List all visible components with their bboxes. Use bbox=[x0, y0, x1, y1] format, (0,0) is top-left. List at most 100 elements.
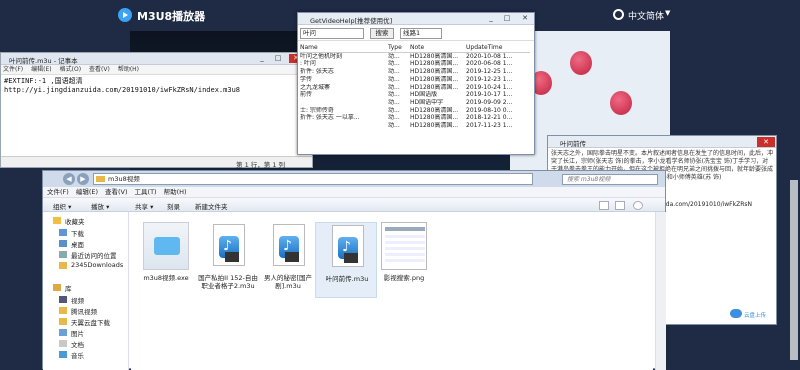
forward-icon[interactable]: ▶ bbox=[77, 173, 89, 185]
file-item[interactable]: 国产私拍II 152-自由职业者格子2.m3u bbox=[197, 222, 259, 298]
file-name: m3u8视频.exe bbox=[143, 274, 189, 282]
menu-edit[interactable]: 编辑(E) bbox=[76, 187, 98, 198]
explorer-scrollbar[interactable] bbox=[655, 212, 666, 370]
globe-icon[interactable] bbox=[613, 9, 624, 20]
cell-name: : 叶问 bbox=[300, 60, 316, 68]
cell-name: 叶问之他机时刻 bbox=[300, 52, 343, 60]
view-options-icon[interactable] bbox=[599, 201, 609, 210]
menu-edit[interactable]: 编辑(E) bbox=[31, 65, 51, 75]
cell-note: HD1280高清国... bbox=[410, 114, 459, 122]
table-row[interactable]: : 叶问 动... HD1280高清国... 2020-06-08 1... bbox=[300, 60, 530, 68]
file-item[interactable]: 影视搜索.png bbox=[373, 222, 435, 298]
menu-format[interactable]: 格式(O) bbox=[60, 65, 81, 75]
menu-help[interactable]: 帮助(H) bbox=[118, 65, 139, 75]
table-row[interactable]: 士: 宗师传奇 动... HD1280高清国... 2019-08-10 0... bbox=[300, 107, 530, 115]
table-row[interactable]: 折件: 张天志 动... HD1280高清国... 2019-12-25 1... bbox=[300, 68, 530, 76]
play-button[interactable]: 播放 ▾ bbox=[91, 201, 109, 211]
notepad-titlebar[interactable]: 叶问前传.m3u - 记事本 _ □ ✕ bbox=[1, 53, 312, 65]
navigation-pane: 收藏夹 下载 桌面 最近访问的位置 2345Downloads 库 视频 腾讯视… bbox=[43, 212, 129, 370]
info-title: 叶问前传 bbox=[560, 140, 586, 148]
cell-note: HD1280高清国... bbox=[410, 75, 459, 83]
new-folder-button[interactable]: 新建文件夹 bbox=[195, 201, 228, 211]
file-item[interactable]: m3u8视频.exe bbox=[135, 222, 197, 298]
table-row[interactable]: 折件: 张天志 一以拿... 动... HD1280高清国... 2018-12-21… bbox=[300, 114, 530, 122]
cell-note: HD1280高清国... bbox=[410, 60, 459, 68]
music-icon bbox=[59, 351, 67, 358]
nav-item-pictures[interactable]: 图片 bbox=[71, 328, 84, 338]
menu-file[interactable]: 文件(F) bbox=[47, 187, 69, 198]
file-name: 叶问前传.m3u bbox=[325, 275, 369, 283]
minimize-button[interactable]: _ bbox=[255, 54, 269, 63]
cell-time: 2020-10-08 1... bbox=[466, 52, 513, 60]
lantern-decoration bbox=[570, 51, 592, 75]
nav-item-tianyi-cloud[interactable]: 天翼云盘下载 bbox=[71, 317, 110, 327]
notepad-textarea[interactable]: #EXTINF:-1 ,国语超清 http://yi.jingdianzuida… bbox=[1, 75, 312, 147]
back-icon[interactable]: ◀ bbox=[63, 173, 75, 185]
nav-item-2345downloads[interactable]: 2345Downloads bbox=[71, 261, 123, 269]
nav-item-videos[interactable]: 视频 bbox=[71, 295, 84, 305]
cell-time: 2019-10-24 1... bbox=[466, 83, 513, 91]
m3u-file-icon bbox=[205, 222, 251, 270]
minimize-button[interactable]: _ bbox=[484, 14, 498, 23]
close-button[interactable]: ✕ bbox=[757, 137, 775, 147]
nav-library-header[interactable]: 库 bbox=[65, 283, 72, 293]
recent-places-icon bbox=[59, 251, 67, 258]
cell-name: 之九龙城寨 bbox=[300, 83, 331, 91]
cell-type: 动... bbox=[388, 68, 400, 76]
column-header[interactable]: Note bbox=[410, 44, 466, 52]
cloud-upload-label[interactable]: 云盘上传 bbox=[744, 311, 766, 319]
address-bar[interactable]: m3u8视频 bbox=[93, 173, 533, 185]
menu-view[interactable]: 查看(V) bbox=[105, 187, 128, 198]
help-titlebar[interactable]: GetVideoHelp[推荐使用优] _ □ ✕ bbox=[298, 13, 534, 25]
column-header[interactable]: UpdateTime bbox=[466, 44, 526, 52]
file-item-selected[interactable]: 叶问前传.m3u bbox=[315, 222, 377, 298]
maximize-button[interactable]: □ bbox=[271, 54, 285, 63]
cell-time: 2019-10-17 1... bbox=[466, 91, 513, 99]
cell-type: 动... bbox=[388, 91, 400, 99]
maximize-button[interactable]: □ bbox=[500, 14, 514, 23]
table-row[interactable]: 叶问之他机时刻 动... HD1280高清国... 2020-10-08 1... bbox=[300, 53, 530, 61]
cell-note: HD1280高清国... bbox=[410, 52, 459, 60]
file-item[interactable]: 男人的秘密[国产剧].m3u bbox=[257, 222, 319, 298]
nav-item-downloads[interactable]: 下载 bbox=[71, 228, 84, 238]
page-scrollbar[interactable] bbox=[790, 180, 798, 360]
column-header[interactable]: Type bbox=[388, 44, 410, 52]
cell-note: HD国语中字 bbox=[410, 98, 444, 106]
search-button[interactable]: 搜索 bbox=[370, 28, 394, 39]
nav-favorites-header[interactable]: 收藏夹 bbox=[65, 216, 85, 226]
search-input[interactable]: 搜索 m3u8视频 bbox=[562, 174, 658, 185]
m3u-file-icon bbox=[324, 223, 370, 271]
table-row[interactable]: 之九龙城寨 动... HD1280高清国... 2019-10-24 1... bbox=[300, 84, 530, 92]
close-button[interactable]: ✕ bbox=[518, 14, 532, 23]
nav-item-music[interactable]: 音乐 bbox=[71, 350, 84, 360]
nav-item-recent[interactable]: 最近访问的位置 bbox=[71, 250, 117, 260]
help-icon[interactable] bbox=[633, 201, 643, 210]
table-row[interactable]: 动... HD1280高清国... 2017-11-23 1... bbox=[300, 122, 530, 130]
table-row[interactable]: 动... HD国语中字 2019-09-09 2... bbox=[300, 99, 530, 107]
table-row[interactable]: 前传 动... HD国语版 2019-10-17 1... bbox=[300, 91, 530, 99]
share-button[interactable]: 共享 ▾ bbox=[135, 201, 153, 211]
nav-item-tencent-video[interactable]: 腾讯视频 bbox=[71, 306, 97, 316]
cloud-icon[interactable] bbox=[730, 309, 742, 318]
nav-item-documents[interactable]: 文档 bbox=[71, 339, 84, 349]
table-row[interactable]: 学传 动... HD1280高清国... 2019-12-23 1... bbox=[300, 76, 530, 84]
preview-pane-icon[interactable] bbox=[615, 201, 625, 210]
language-selector[interactable]: 中文简体 bbox=[628, 9, 664, 22]
table-header: Name Type Note UpdateTime bbox=[300, 44, 530, 53]
source-select[interactable]: 线路1 bbox=[400, 28, 442, 39]
app-title: M3U8播放器 bbox=[137, 10, 206, 23]
menu-file[interactable]: 文件(F) bbox=[3, 65, 23, 75]
cell-type: 动... bbox=[388, 122, 400, 130]
search-input[interactable]: 叶问 bbox=[300, 28, 364, 39]
menu-help[interactable]: 帮助(H) bbox=[164, 187, 187, 198]
organize-button[interactable]: 组织 ▾ bbox=[53, 201, 71, 211]
menu-tools[interactable]: 工具(T) bbox=[135, 187, 157, 198]
burn-button[interactable]: 刻录 bbox=[167, 201, 180, 211]
chevron-down-icon[interactable]: ▼ bbox=[665, 9, 670, 17]
column-header[interactable]: Name bbox=[300, 44, 388, 52]
menu-view[interactable]: 查看(V) bbox=[89, 65, 110, 75]
notepad-line: #EXTINF:-1 ,国语超清 bbox=[4, 77, 83, 85]
command-bar: 组织 ▾ 播放 ▾ 共享 ▾ 刻录 新建文件夹 bbox=[43, 198, 665, 212]
info-titlebar[interactable]: 叶问前传 ✕ bbox=[548, 136, 776, 148]
nav-item-desktop[interactable]: 桌面 bbox=[71, 239, 84, 249]
